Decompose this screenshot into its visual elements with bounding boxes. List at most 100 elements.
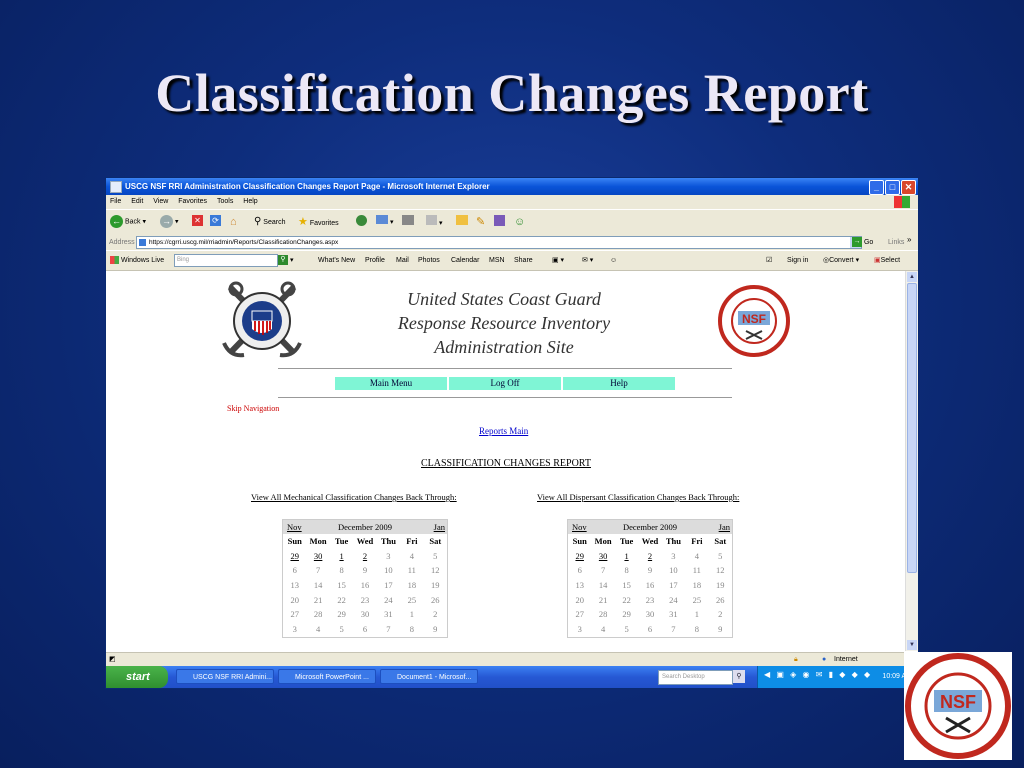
taskbar-item-powerpoint[interactable]: Microsoft PowerPoint ...	[278, 669, 376, 684]
menu-file[interactable]: File	[110, 198, 121, 205]
history-button[interactable]	[356, 215, 367, 229]
calendar-day[interactable]: 1	[615, 549, 638, 564]
windows-live-toolbar: Windows Live Bing ⚲ ▾ What's New Profile…	[106, 251, 918, 271]
calendar-day: 15	[622, 580, 631, 591]
address-bar: Address https://cgrri.uscg.mil/rriadmin/…	[106, 235, 918, 250]
link-photos[interactable]: Photos	[418, 251, 440, 270]
mail-button[interactable]: ▾	[376, 215, 393, 229]
taskbar-item-ie[interactable]: USCG NSF RRI Admini...	[176, 669, 274, 684]
calendar-day: 1	[409, 609, 414, 620]
bing-search-input[interactable]: Bing	[174, 254, 278, 267]
desktop-search-input[interactable]: Search Desktop	[658, 670, 733, 685]
edit-button[interactable]: ▾	[426, 215, 442, 229]
menu-favorites[interactable]: Favorites	[178, 198, 207, 205]
calendar-day: 5	[433, 550, 438, 561]
address-input[interactable]: https://cgrri.uscg.mil/rriadmin/Reports/…	[136, 236, 862, 249]
menu-edit[interactable]: Edit	[131, 198, 143, 205]
page-content: United States Coast Guard Response Resou…	[106, 271, 906, 651]
calendar-day[interactable]: 2	[353, 549, 376, 564]
calendar-day: 27	[290, 609, 299, 620]
link-share[interactable]: Share	[514, 251, 533, 270]
uscg-seal-logo	[222, 281, 302, 358]
calendar-day[interactable]: 2	[638, 549, 661, 564]
print-button[interactable]	[402, 215, 414, 229]
calendar-day: 16	[645, 580, 655, 591]
mail-icon[interactable]: ✉ ▾	[582, 251, 593, 270]
convert-button[interactable]: ◎Convert ▾	[823, 251, 859, 270]
chevron-right-icon[interactable]: »	[907, 232, 911, 247]
vertical-scrollbar[interactable]: ▲ ▼	[905, 271, 918, 651]
menu-view[interactable]: View	[153, 198, 168, 205]
scroll-down-icon[interactable]: ▼	[907, 640, 917, 650]
scroll-thumb[interactable]	[907, 283, 917, 573]
start-button[interactable]: start	[106, 666, 168, 688]
calendar-day: 3	[292, 624, 297, 635]
search-button[interactable]: ⚲ Search	[254, 215, 285, 229]
pen-button[interactable]: ✎	[476, 215, 485, 229]
next-month-link[interactable]: Jan	[434, 520, 445, 534]
calendar-day[interactable]: 1	[330, 549, 353, 564]
messenger-button[interactable]: ☺	[514, 215, 525, 229]
weekday-header: Fri	[406, 536, 418, 546]
reports-main-link[interactable]: Reports Main	[479, 426, 528, 436]
calendar-day: 9	[433, 624, 438, 635]
go-button[interactable]: → Go	[852, 235, 873, 250]
link-msn[interactable]: MSN	[489, 251, 505, 270]
select-button[interactable]: ▣Select	[874, 251, 900, 270]
link-profile[interactable]: Profile	[365, 251, 385, 270]
link-whats-new[interactable]: What's New	[318, 251, 355, 270]
messenger-icon[interactable]: ☺	[610, 251, 617, 270]
menu-help[interactable]: Help	[243, 198, 257, 205]
calendar-day: 14	[313, 580, 323, 591]
link-calendar[interactable]: Calendar	[451, 251, 479, 270]
calendar-day: 25	[692, 594, 702, 605]
taskbar-item-word[interactable]: Document1 - Microsof...	[380, 669, 478, 684]
weekday-header: Fri	[691, 536, 703, 546]
calendar-day: 10	[384, 565, 393, 576]
calendar-day: 5	[624, 624, 629, 635]
discuss-button[interactable]	[456, 215, 468, 229]
calendar-header: Nov December 2009 Jan	[568, 520, 732, 534]
favorites-button[interactable]: ★ Favorites	[298, 215, 339, 229]
print-icon	[402, 215, 414, 225]
forward-button[interactable]: → ▾	[160, 215, 178, 229]
calendar-day[interactable]: 29	[568, 549, 591, 564]
link-mail[interactable]: Mail	[396, 251, 409, 270]
scroll-up-icon[interactable]: ▲	[907, 272, 917, 282]
calendar-day: 14	[598, 580, 608, 591]
edit-icon	[426, 215, 437, 225]
refresh-button[interactable]: ⟳	[210, 215, 221, 229]
calendar-day[interactable]: 30	[306, 549, 329, 564]
windows-live-brand[interactable]: Windows Live	[110, 251, 164, 270]
calendar-day: 18	[692, 580, 702, 591]
calendar-day: 30	[360, 609, 370, 620]
menu-bar: File Edit View Favorites Tools Help	[106, 195, 918, 209]
main-menu-button[interactable]: Main Menu	[335, 377, 447, 390]
bing-search-button[interactable]: ⚲ ▾	[278, 251, 293, 270]
next-month-link[interactable]: Jan	[719, 520, 730, 534]
back-button[interactable]: ← Back ▾	[110, 215, 146, 229]
maximize-button[interactable]: □	[885, 180, 900, 195]
close-button[interactable]: ✕	[901, 180, 916, 195]
links-label[interactable]: Links	[888, 235, 904, 250]
weekday-header: Tue	[619, 536, 634, 546]
calendar-day[interactable]: 30	[591, 549, 614, 564]
home-button[interactable]: ⌂	[230, 215, 237, 229]
stop-button[interactable]: ✕	[192, 215, 203, 229]
research-button[interactable]	[494, 215, 505, 229]
windows-taskbar: start USCG NSF RRI Admini... Microsoft P…	[106, 666, 918, 688]
sign-in-link[interactable]: Sign in	[787, 251, 808, 270]
calendar-day: 22	[337, 594, 346, 605]
search-icon[interactable]: ⚲	[733, 670, 745, 683]
minimize-button[interactable]: _	[869, 180, 884, 195]
skip-navigation-link[interactable]: Skip Navigation	[227, 404, 279, 413]
notes-icon[interactable]: ▣ ▾	[552, 251, 564, 270]
menu-tools[interactable]: Tools	[217, 198, 233, 205]
log-off-button[interactable]: Log Off	[449, 377, 561, 390]
calendar-month-title: December 2009	[622, 522, 678, 532]
window-titlebar[interactable]: USCG NSF RRI Administration Classificati…	[106, 178, 918, 195]
checkbox-icon[interactable]: ☑	[766, 251, 772, 270]
help-button[interactable]: Help	[563, 377, 675, 390]
address-label: Address	[109, 239, 135, 246]
calendar-day[interactable]: 29	[283, 549, 306, 564]
